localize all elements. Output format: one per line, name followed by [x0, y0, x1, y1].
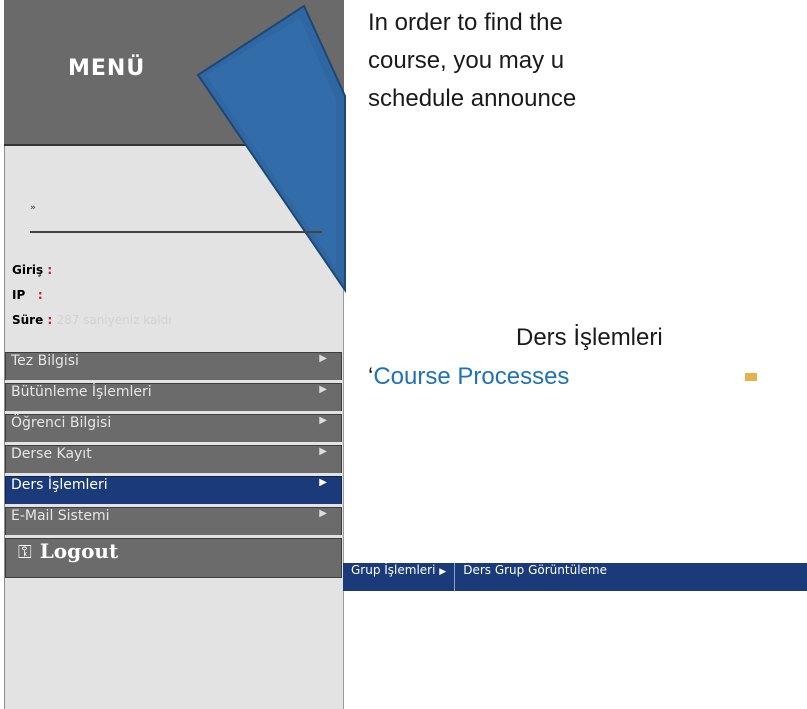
chevron-right-icon: ▶ [319, 415, 327, 426]
chevron-right-icon: ▶ [319, 384, 327, 395]
menu-item-ogrenci-bilgisi[interactable]: Öğrenci Bilgisi ▶ [5, 414, 342, 442]
chevron-right-icon: ▶ [319, 353, 327, 364]
menu-header: MENÜ [4, 0, 344, 146]
menu-item-butunleme-islemleri[interactable]: Bütünleme İşlemleri ▶ [5, 383, 342, 411]
menu-item-label: Ders İşlemleri [11, 477, 108, 493]
caption-turkish: Ders İşlemleri [516, 324, 663, 351]
menu-item-label: Öğrenci Bilgisi [11, 415, 112, 431]
login-label: Giriş [12, 263, 44, 277]
paragraph-line: course, you may u [368, 47, 565, 74]
caption-english-text: Course Processes [373, 363, 570, 390]
menu-item-email-sistemi[interactable]: E-Mail Sistemi ▶ [5, 507, 342, 535]
menu-item-label: Bütünleme İşlemleri [11, 384, 152, 400]
menu-item-derse-kayit[interactable]: Derse Kayıt ▶ [5, 445, 342, 473]
divider [30, 231, 322, 233]
menu-item-label: Derse Kayıt [11, 446, 92, 462]
menu-list: Tez Bilgisi ▶ Bütünleme İşlemleri ▶ Öğre… [5, 352, 342, 578]
logout-button[interactable]: ⚿ Logout [5, 538, 342, 578]
chevron-right-icon: ▶ [319, 446, 327, 457]
submenu-item-grup-islemleri[interactable]: Grup İşlemleri ▶ [343, 563, 454, 591]
arrow-icon [745, 373, 757, 381]
time-remaining: 287 saniyeniz kaldı [56, 313, 172, 327]
menu-item-ders-islemleri[interactable]: Ders İşlemleri ▶ [5, 476, 342, 504]
submenu-label: Grup İşlemleri [351, 563, 436, 577]
ip-info: IP : [12, 288, 43, 302]
chevron-right-icon: ▶ [319, 477, 327, 488]
submenu-bar: Grup İşlemleri ▶ Ders Grup Görüntüleme [343, 563, 807, 591]
time-info: Süre : 287 saniyeniz kaldı [12, 313, 172, 327]
menu-item-tez-bilgisi[interactable]: Tez Bilgisi ▶ [5, 352, 342, 380]
paragraph-line: In order to find the [368, 9, 563, 36]
logout-label: Logout [39, 539, 119, 563]
chevron-right-icon: ▶ [439, 567, 447, 577]
submenu-label: Ders Grup Görüntüleme [463, 563, 607, 577]
caption-english: ‘Course Processes [368, 363, 570, 390]
ip-label: IP [12, 288, 26, 302]
chevron-right-icon: ▶ [319, 508, 327, 519]
breadcrumb: » [30, 203, 36, 213]
paragraph-line: schedule announce [368, 85, 577, 112]
instruction-paragraph: In order to find the course, you may u s… [368, 0, 807, 120]
key-icon: ⚿ [18, 542, 32, 563]
login-info: Giriş : [12, 263, 53, 277]
submenu-item-ders-grup-goruntuleme[interactable]: Ders Grup Görüntüleme [455, 563, 615, 591]
time-label: Süre [12, 313, 44, 327]
menu-item-label: E-Mail Sistemi [11, 508, 110, 524]
menu-title: MENÜ [68, 56, 146, 81]
menu-item-label: Tez Bilgisi [11, 353, 79, 369]
